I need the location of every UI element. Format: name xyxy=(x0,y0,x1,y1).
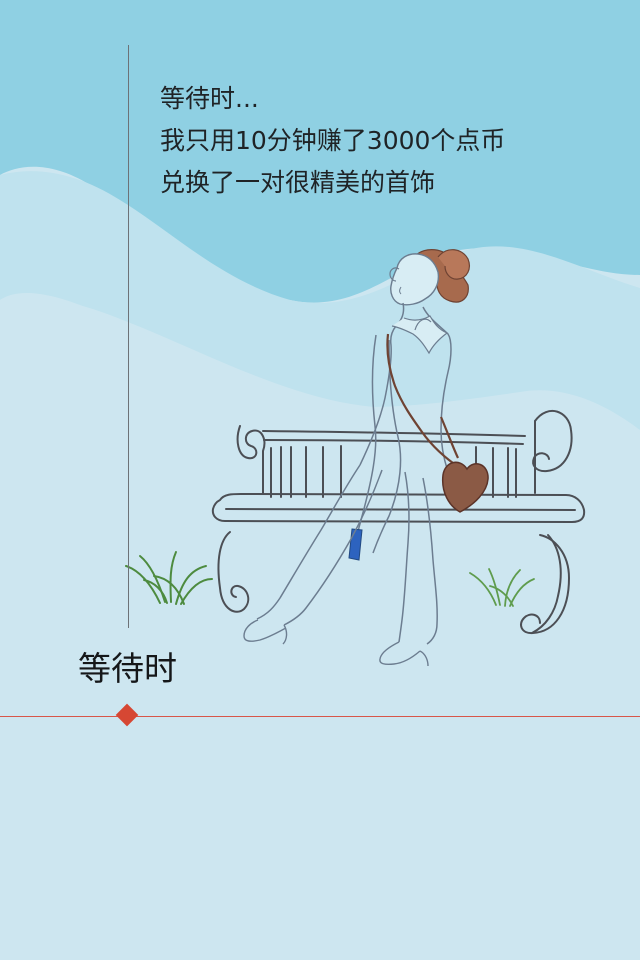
chapter-title: 等待时 xyxy=(78,649,177,688)
story-line-2: 我只用10分钟赚了3000个点币 xyxy=(160,126,506,155)
story-caption: 等待时... 我只用10分钟赚了3000个点币 兑换了一对很精美的首饰 xyxy=(160,78,505,204)
timeline-horizontal-line xyxy=(0,716,640,717)
story-line-1: 等待时... xyxy=(160,84,259,113)
story-line-3: 兑换了一对很精美的首饰 xyxy=(160,168,436,197)
timeline-vertical-line xyxy=(128,45,129,628)
